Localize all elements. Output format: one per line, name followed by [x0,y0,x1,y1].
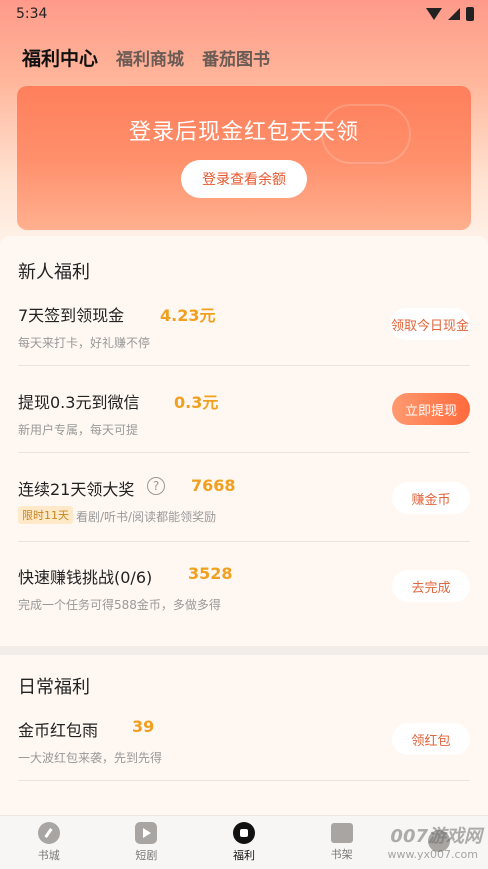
tab-welfare-mall[interactable]: 福利商城 [116,45,184,70]
daily-welfare-card: 日常福利 金币红包雨 39 一大波红包来袭，先到先得 领红包 [0,655,488,815]
claim-cash-button[interactable]: 领取今日现金 [390,308,470,340]
divider [18,365,470,366]
task-row-quick-challenge: 快速赚钱挑战(0/6) 3528 完成一个任务可得588金币，多做多得 去完成 [0,564,488,652]
login-check-balance-button[interactable]: 登录查看余额 [181,160,307,198]
limited-time-badge: 限时11天 [18,506,73,524]
task-row-withdraw: 提现0.3元到微信 0.3元 新用户专属，每天可提 立即提现 [0,389,488,477]
battery-icon [466,7,474,21]
nav-item-welfare[interactable]: 福利 [195,816,293,869]
task-row-21days: 连续21天领大奖 ? 7668 限时11天 看剧/听书/阅读都能领奖励 赚金币 [0,476,488,564]
watermark-url: www.yx007.com [387,848,478,861]
section-title-daily: 日常福利 [18,677,90,698]
nav-label: 书城 [37,849,60,862]
nav-label: 短剧 [135,849,158,862]
divider [18,780,470,781]
welfare-icon [232,822,255,844]
status-time: 5:34 [16,6,48,22]
help-icon[interactable]: ? [147,477,165,495]
login-banner[interactable]: 登录后现金红包天天领 登录查看余额 [17,86,471,230]
status-icons [426,7,474,21]
tab-welfare-center[interactable]: 福利中心 [22,44,98,71]
section-title-newbie: 新人福利 [18,262,90,283]
task-desc: 一大波红包来袭，先到先得 [18,751,163,765]
status-bar: 5:34 [0,0,488,28]
task-reward: 3528 [188,564,233,583]
play-icon [135,822,158,844]
divider [18,541,470,542]
wifi-icon [426,8,442,20]
claim-red-packet-button[interactable]: 领红包 [392,723,470,755]
nav-item-short-drama[interactable]: 短剧 [98,816,196,869]
task-desc: 看剧/听书/阅读都能领奖励 [76,510,217,524]
task-row-signin: 7天签到领现金 4.23元 每天来打卡，好礼赚不停 领取今日现金 [0,302,488,390]
nav-item-bookshelf[interactable]: 书架 [293,816,391,869]
earn-coins-button[interactable]: 赚金币 [392,482,470,514]
task-reward: 4.23元 [160,306,216,325]
tab-tomato-books[interactable]: 番茄图书 [202,45,270,70]
task-desc: 每天来打卡，好礼赚不停 [18,336,151,350]
task-name: 快速赚钱挑战(0/6) [18,568,153,587]
task-row-coin-rain: 金币红包雨 39 一大波红包来袭，先到先得 领红包 [0,717,488,805]
divider [18,452,470,453]
watermark-text: 007游戏网 [390,826,482,847]
go-complete-button[interactable]: 去完成 [392,570,470,602]
nav-label: 书架 [330,848,353,861]
top-tabs: 福利中心 福利商城 番茄图书 [22,44,270,71]
task-name: 连续21天领大奖 [18,480,135,499]
withdraw-now-button[interactable]: 立即提现 [392,393,470,425]
task-desc: 新用户专属，每天可提 [18,423,139,437]
task-desc: 完成一个任务可得588金币，多做多得 [18,598,221,612]
task-reward: 0.3元 [174,393,219,412]
task-reward: 7668 [191,476,236,495]
signal-icon [448,8,460,20]
task-name: 7天签到领现金 [18,306,125,325]
book-icon [330,823,353,843]
nav-item-bookstore[interactable]: 书城 [0,816,98,869]
task-reward: 39 [132,717,155,736]
pen-icon [37,822,60,844]
task-name: 金币红包雨 [18,721,99,740]
newbie-welfare-card: 新人福利 7天签到领现金 4.23元 每天来打卡，好礼赚不停 领取今日现金 提现… [0,236,488,646]
nav-label: 福利 [232,849,255,862]
task-name: 提现0.3元到微信 [18,393,140,412]
banner-title: 登录后现金红包天天领 [128,120,359,145]
